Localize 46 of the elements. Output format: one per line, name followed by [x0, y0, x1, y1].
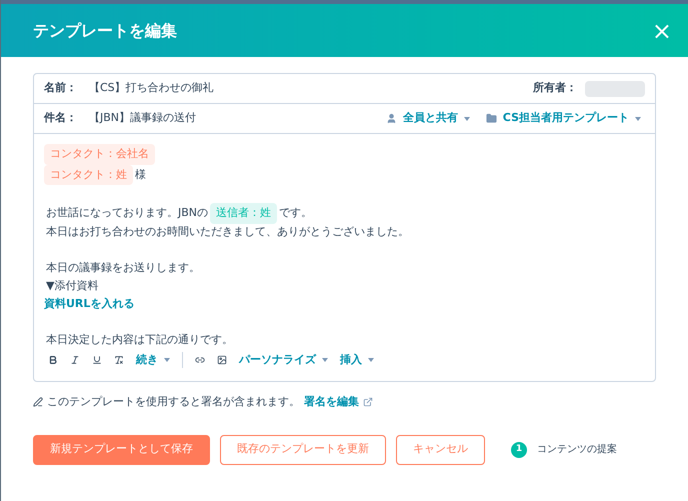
caret-icon	[322, 358, 328, 362]
caret-icon	[164, 358, 170, 362]
body-text: 本日の議事録をお送りします。	[45, 260, 201, 276]
edit-signature-link[interactable]: 署名を編集	[304, 394, 359, 410]
signature-icon	[33, 397, 43, 408]
external-link-icon	[363, 397, 373, 408]
person-icon	[386, 113, 397, 124]
field-label: 名前：	[44, 80, 77, 96]
body-text: 本日決定した内容は下記の通りです。	[45, 332, 234, 348]
body-text: です。	[278, 205, 314, 221]
body-text: ▼添付資料	[45, 278, 100, 294]
action-button[interactable]: 既存のテンプレートを更新	[220, 434, 386, 464]
folder-icon	[486, 113, 497, 124]
underline-icon[interactable]	[92, 355, 102, 365]
subject-field[interactable]: 【JBN】議事録の送付	[89, 110, 386, 127]
insert-dropdown[interactable]: 挿入	[340, 352, 374, 368]
caret-icon	[635, 116, 641, 120]
action-button[interactable]: 新規テンプレートとして保存	[33, 434, 210, 464]
image-icon[interactable]	[217, 355, 227, 365]
clear-format-icon[interactable]	[114, 355, 124, 365]
close-button[interactable]: ×	[652, 18, 672, 42]
action-button[interactable]: キャンセル	[396, 434, 485, 464]
caret-icon	[464, 116, 470, 120]
dialog-title: テンプレートを編集	[33, 20, 177, 42]
count-badge: 1	[511, 442, 527, 458]
body-text: 様	[134, 166, 147, 182]
signature-note: このテンプレートを使用すると署名が含まれます。	[47, 394, 300, 410]
suggestion-label[interactable]: コンテンツの提案	[537, 442, 617, 457]
name-field[interactable]: 【CS】打ち合わせの御礼	[89, 80, 533, 97]
more-dropdown[interactable]: 続き	[136, 352, 170, 368]
share-dropdown[interactable]: 全員と共有	[386, 110, 470, 127]
italic-icon[interactable]	[70, 355, 80, 365]
owner-value	[585, 80, 645, 96]
merge-tag[interactable]: 送信者：姓	[210, 203, 278, 224]
link-icon[interactable]	[195, 355, 205, 365]
body-text: お世話になっております。JBNの	[45, 205, 210, 221]
personalize-dropdown[interactable]: パーソナライズ	[239, 352, 328, 368]
caret-icon	[368, 358, 374, 362]
link[interactable]: 資料URLを入れる	[44, 296, 134, 313]
merge-tag[interactable]: コンタクト：会社名	[44, 144, 155, 164]
body-text: 本日はお打ち合わせのお時間いただきまして、ありがとうございました。	[45, 224, 410, 240]
bold-icon[interactable]	[48, 355, 58, 365]
merge-tag[interactable]: コンタクト：姓	[44, 164, 133, 185]
field-label: 所有者：	[533, 80, 577, 96]
field-label: 件名：	[44, 110, 77, 126]
folder-dropdown[interactable]: CS担当者用テンプレート	[486, 110, 641, 127]
